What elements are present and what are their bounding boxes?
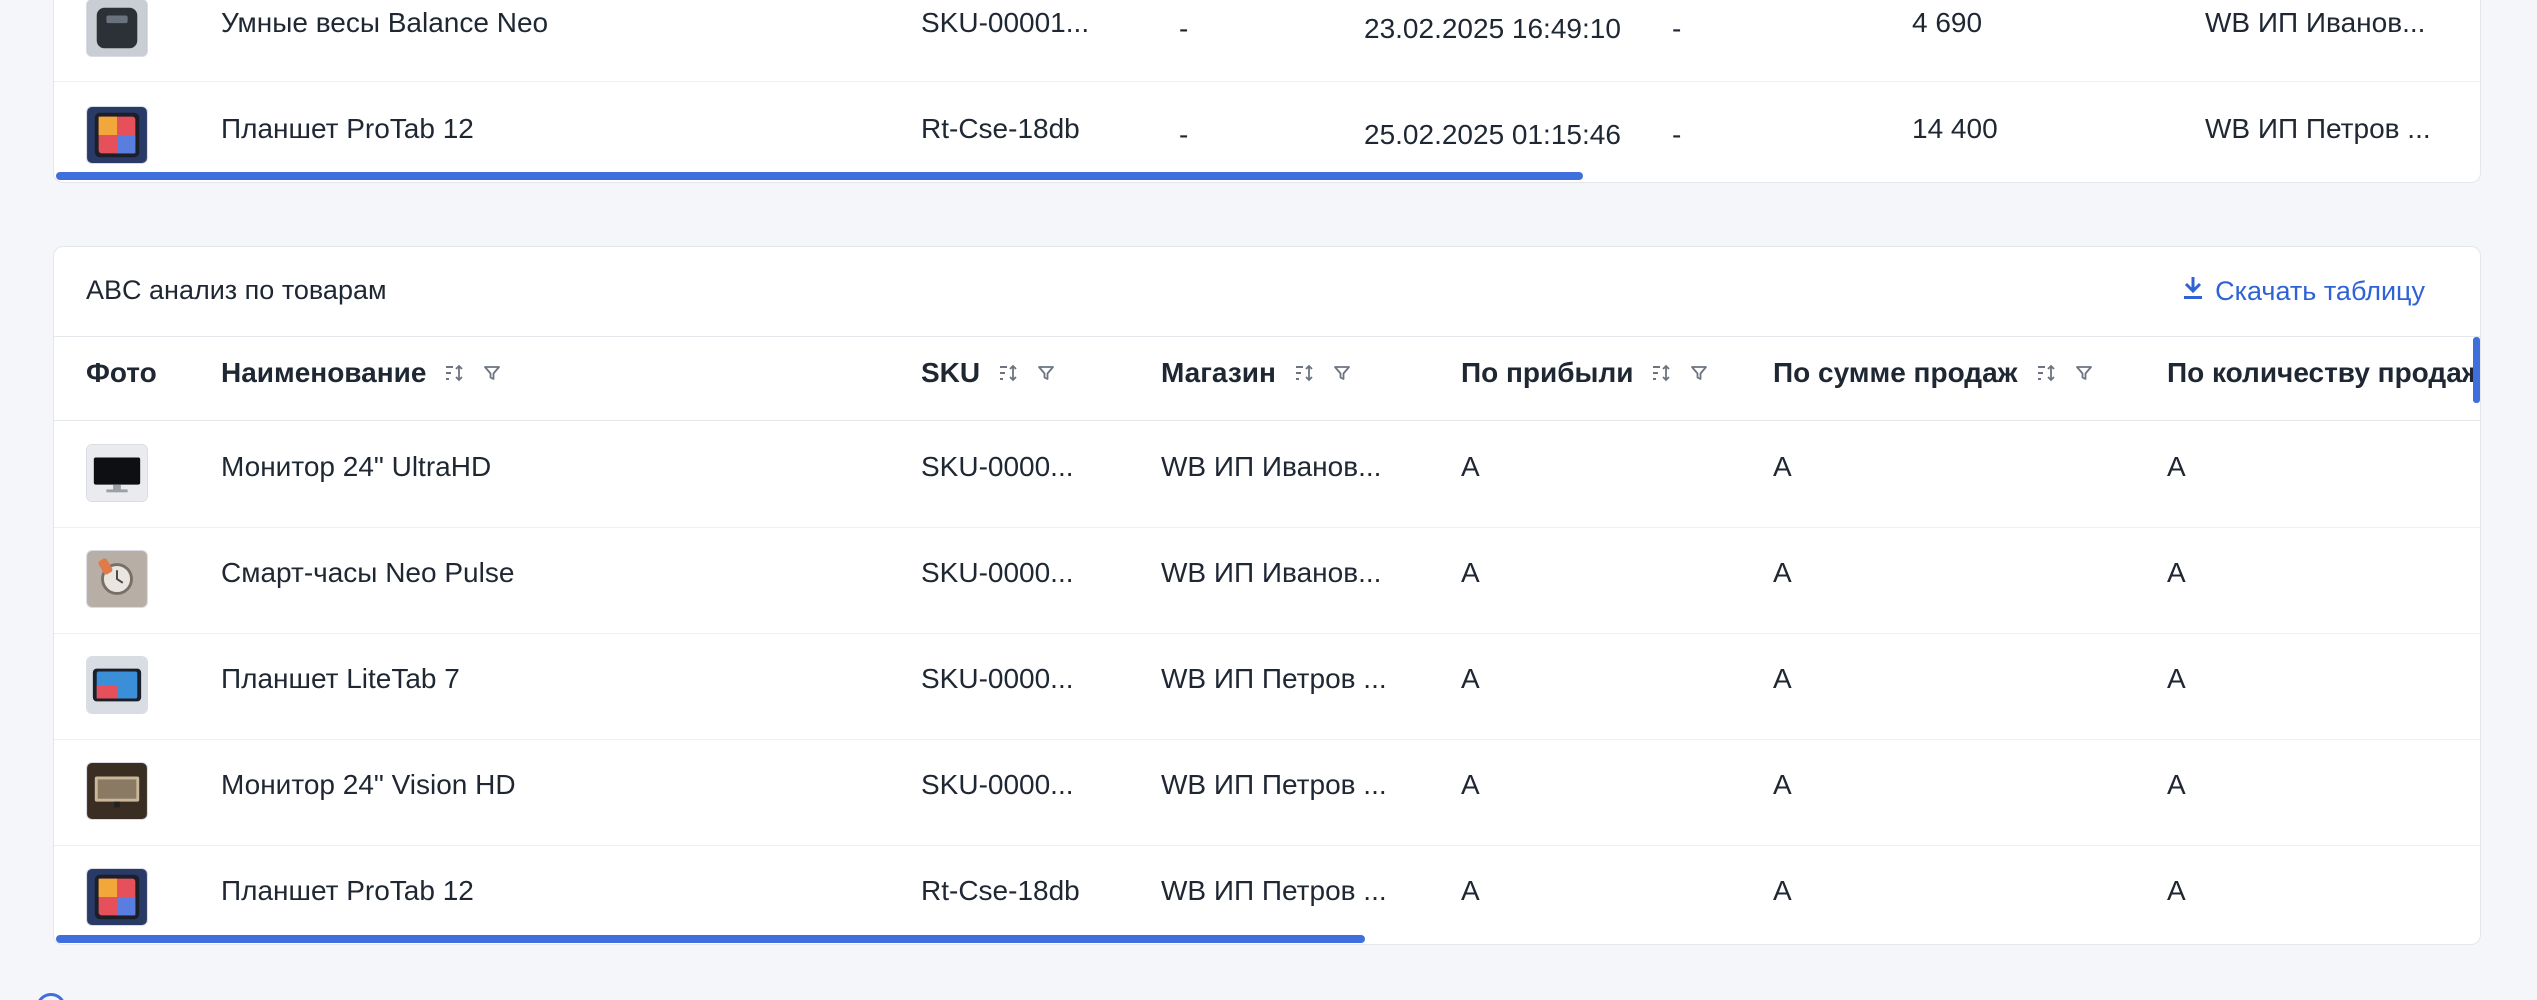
sku-value: SKU-0000... [921,557,1074,588]
abc-analysis-card: ABC анализ по товарам Скачать таблицу Фо… [53,246,2481,945]
row-divider [54,527,2480,528]
monitor-icon [86,444,148,502]
column-label: По сумме продаж [1773,357,2018,388]
amount-value: 4 690 [1912,7,1983,38]
product-name: Монитор 24" UltraHD [221,451,492,482]
sales-qty-class: A [2167,451,2186,482]
sales-sum-class: A [1773,875,1792,906]
sku-value: SKU-0000... [921,451,1074,482]
sku-value: SKU-0000... [921,769,1074,800]
product-name: Планшет LiteTab 7 [221,663,460,694]
column-header-photo: Фото [86,357,157,389]
product-name: Планшет ProTab 12 [221,113,474,144]
sales-sum-class: A [1773,557,1792,588]
download-table-button[interactable]: Скачать таблицу [2181,275,2425,308]
store-value: WB ИП Иванов... [1161,557,1382,588]
profit-class: A [1461,451,1480,482]
scale-icon [86,0,148,57]
filter-icon[interactable] [1332,363,1352,383]
download-label: Скачать таблицу [2215,276,2425,306]
column-label: По количеству продаж [2167,357,2481,388]
store-value: WB ИП Иванов... [1161,451,1382,482]
profit-class: A [1461,875,1480,906]
store-value: WB ИП Петров ... [1161,663,1387,694]
sort-icon[interactable] [444,363,464,383]
tablet-icon [86,656,148,714]
column-label: SKU [921,357,981,388]
profit-class: A [1461,663,1480,694]
cell-value: - [1179,119,1189,150]
tablet-icon [86,868,148,926]
monitor-icon [86,762,148,820]
filter-icon[interactable] [1036,363,1056,383]
store-value: WB ИП Иванов... [2205,7,2426,38]
sku-value: Rt-Cse-18db [921,875,1080,906]
column-label: По прибыли [1461,357,1634,388]
download-icon [2181,275,2205,308]
tablet-icon [86,106,148,164]
product-name: Монитор 24" Vision HD [221,769,516,800]
row-divider [54,739,2480,740]
store-value: WB ИП Петров ... [1161,769,1387,800]
profit-class: A [1461,557,1480,588]
sku-value: SKU-00001... [921,7,1090,38]
row-divider [54,845,2480,846]
profit-class: A [1461,769,1480,800]
sales-qty-class: A [2167,875,2186,906]
column-label: Фото [86,357,157,388]
sales-sum-class: A [1773,769,1792,800]
filter-icon[interactable] [1689,363,1709,383]
cell-value: - [1672,119,1682,150]
sort-icon[interactable] [1294,363,1314,383]
horizontal-scrollbar[interactable] [56,172,1583,180]
sku-value: Rt-Cse-18db [921,113,1080,144]
sales-sum-class: A [1773,663,1792,694]
product-name: Умные весы Balance Neo [221,7,549,38]
column-header-sales-sum[interactable]: По сумме продаж [1773,357,2094,389]
smartwatch-icon [86,550,148,608]
cell-value: - [1179,13,1189,44]
sku-value: SKU-0000... [921,663,1074,694]
product-name: Планшет ProTab 12 [221,875,474,906]
filter-icon[interactable] [482,363,502,383]
column-label: Магазин [1161,357,1276,388]
amount-value: 14 400 [1912,113,1998,144]
sort-icon[interactable] [998,363,1018,383]
store-value: WB ИП Петров ... [1161,875,1387,906]
card-title: ABC анализ по товарам [86,275,387,305]
row-divider [54,81,2480,82]
horizontal-scrollbar[interactable] [56,935,1365,943]
cell-value: - [1672,13,1682,44]
filter-icon[interactable] [2074,363,2094,383]
header-divider [54,420,2480,421]
column-header-sales-qty[interactable]: По количеству продаж [2167,357,2481,389]
column-header-name[interactable]: Наименование [221,357,502,389]
column-label: Наименование [221,357,427,388]
vertical-scrollbar[interactable] [2473,337,2480,403]
next-section-indicator [36,993,66,1000]
store-value: WB ИП Петров ... [2205,113,2431,144]
column-header-store[interactable]: Магазин [1161,357,1352,389]
column-header-profit[interactable]: По прибыли [1461,357,1709,389]
sales-qty-class: A [2167,769,2186,800]
row-divider [54,633,2480,634]
product-name: Смарт-часы Neo Pulse [221,557,515,588]
top-table-card: Умные весы Balance Neo SKU-00001... - 23… [53,0,2481,183]
sort-icon[interactable] [1651,363,1671,383]
date-value: 25.02.2025 01:15:46 [1364,119,1621,150]
sales-sum-class: A [1773,451,1792,482]
sales-qty-class: A [2167,663,2186,694]
column-header-sku[interactable]: SKU [921,357,1056,389]
header-divider [54,336,2480,337]
sort-icon[interactable] [2036,363,2056,383]
date-value: 23.02.2025 16:49:10 [1364,13,1621,44]
sales-qty-class: A [2167,557,2186,588]
